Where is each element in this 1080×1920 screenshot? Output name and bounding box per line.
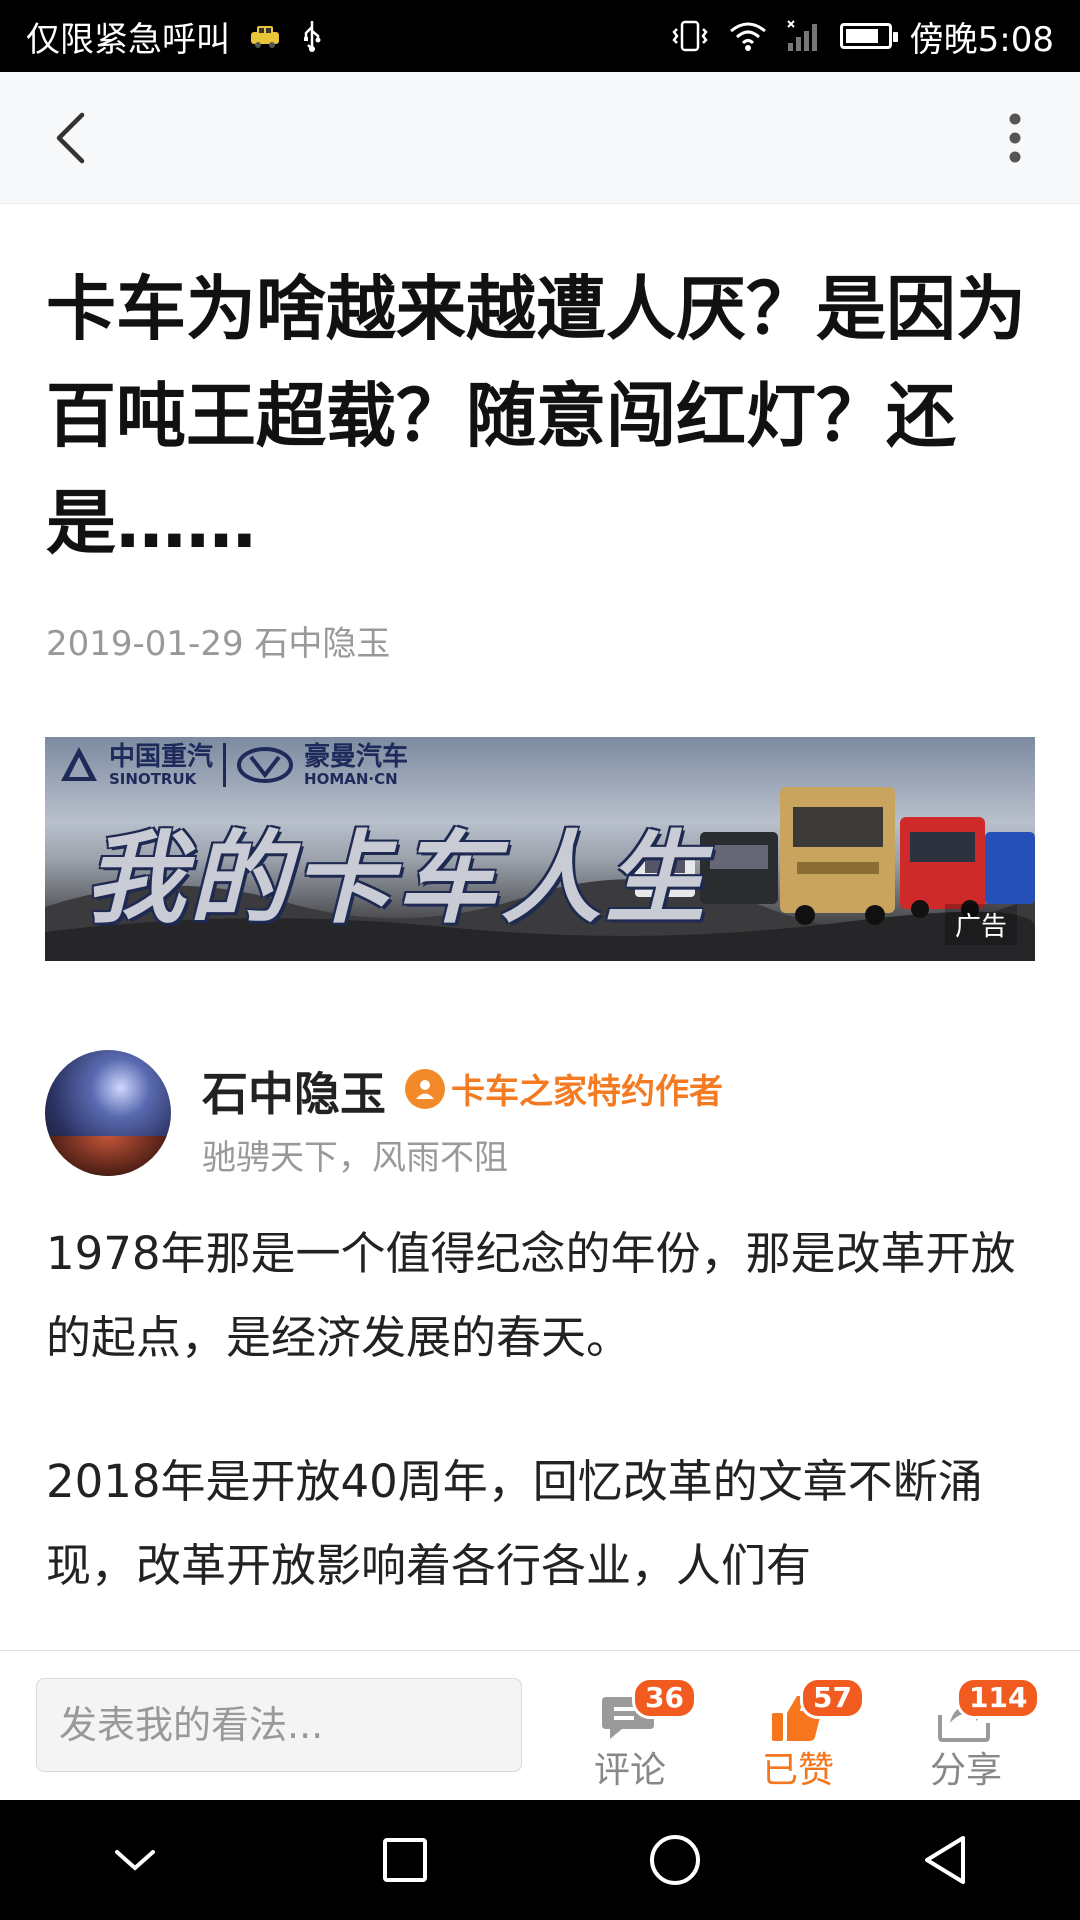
sinotruk-logo-icon [61,747,97,781]
author-badge-icon [405,1068,445,1109]
signal-icon [786,19,822,53]
article-paragraph-1: 1978年那是一个值得纪念的年份，那是改革开放的起点，是经济发展的春天。 [46,1227,1016,1364]
usb-icon [300,19,324,53]
share-count-badge: 114 [956,1677,1041,1719]
ad-banner[interactable]: 中国重汽 SINOTRUK 豪曼汽车 HOMAN·CN 我的卡车人生 广告 [45,737,1035,961]
status-left: 仅限紧急呼叫 [26,12,324,61]
more-options-button[interactable] [990,108,1040,168]
system-nav-bar [0,1800,1080,1920]
like-label: 已赞 [761,1750,834,1791]
ad-brand-logos: 中国重汽 SINOTRUK 豪曼汽车 HOMAN·CN [59,743,408,787]
collapse-down-button[interactable] [85,1810,185,1910]
article-paragraph-2: 2018年是开放40周年，回忆改革的文章不断涌现，改革开放影响着各行各业，人们有 [46,1455,983,1592]
more-vertical-icon [1009,113,1021,163]
home-circle-icon [650,1835,700,1885]
collapse-down-icon [115,1850,155,1871]
vibrate-icon [670,19,710,53]
author-badge-label: 卡车之家特约作者 [451,1072,723,1112]
article-meta: 2019-01-29 石中隐玉 [46,616,390,665]
ad-brand-2-en: HOMAN·CN [304,770,398,788]
ad-brand-1: 中国重汽 [109,742,214,772]
ad-label: 广告 [944,904,1017,945]
ad-brand-1-en: SINOTRUK [109,770,197,788]
share-label: 分享 [929,1750,1002,1791]
homan-logo-icon [237,747,294,783]
comment-button[interactable]: 36 评论 [570,1671,697,1791]
bottom-action-bar: 36 评论 57 已赞 114 分享 [0,1650,1080,1800]
battery-icon [839,23,898,49]
back-button[interactable] [40,108,100,168]
wifi-icon [728,19,768,53]
recents-square-icon [383,1838,427,1882]
ad-brand-divider [223,743,227,787]
home-button[interactable] [625,1810,725,1910]
taxi-icon [248,22,282,50]
author-card[interactable]: 石中隐玉 卡车之家特约作者 驰骋天下，风雨不阻 [45,1050,1035,1180]
article-date: 2019-01-29 [46,624,244,664]
status-right: 傍晚5:08 [670,12,1054,61]
recents-button[interactable] [355,1810,455,1910]
status-bar: 仅限紧急呼叫 傍晚5:08 [0,0,1080,72]
top-app-bar [0,72,1080,204]
status-time: 傍晚5:08 [909,19,1054,60]
like-button[interactable]: 57 已赞 [738,1671,865,1791]
status-carrier-text: 仅限紧急呼叫 [26,19,230,60]
chevron-left-icon [56,112,85,164]
author-name[interactable]: 石中隐玉 [202,1058,386,1124]
share-button[interactable]: 114 分享 [906,1671,1041,1791]
comment-count-badge: 36 [632,1677,697,1719]
avatar[interactable] [45,1050,171,1176]
comment-label: 评论 [593,1750,666,1791]
author-badge: 卡车之家特约作者 [405,1064,723,1113]
ad-brand-2: 豪曼汽车 [304,742,409,772]
article-content: 卡车为啥越来越遭人厌？是因为百吨王超载？随意闯红灯？还是…… 2019-01-2… [0,204,1080,1650]
article-title: 卡车为啥越来越遭人厌？是因为百吨王超载？随意闯红灯？还是…… [46,268,1026,564]
comment-input[interactable] [36,1678,522,1772]
article-source[interactable]: 石中隐玉 [254,624,390,664]
author-motto: 驰骋天下，风雨不阻 [202,1138,508,1178]
like-count-badge: 57 [800,1677,865,1719]
ad-slogan: 我的卡车人生 [85,820,709,937]
system-back-button[interactable] [895,1810,995,1910]
back-triangle-icon [925,1836,965,1884]
